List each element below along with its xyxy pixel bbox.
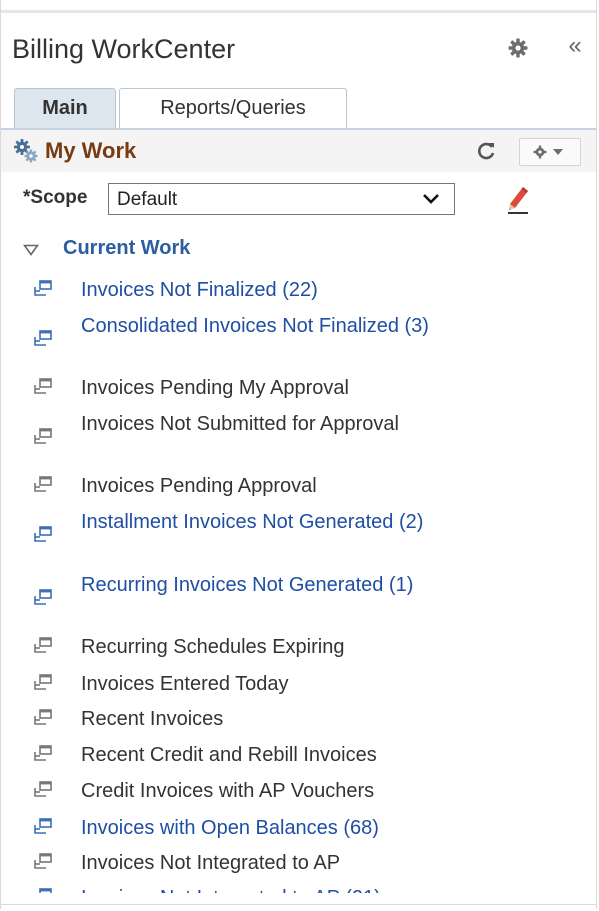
group-title[interactable]: Current Work: [63, 237, 190, 260]
pencil-icon[interactable]: [504, 184, 532, 216]
pagelet-link-icon: [34, 637, 52, 653]
pagelet-link-icon: [34, 674, 52, 690]
double-chevron-left-icon: «: [568, 32, 582, 59]
list-item-label: Invoices Pending My Approval: [81, 377, 349, 399]
pagelet-link-icon: [34, 330, 52, 346]
list-item-label[interactable]: Invoices Not Finalized (22): [81, 277, 461, 303]
list-item-label[interactable]: Consolidated Invoices Not Finalized (3): [81, 313, 461, 339]
options-menu-button[interactable]: [519, 138, 581, 166]
scope-row: *Scope Default: [1, 180, 596, 220]
gear-icon: [508, 38, 528, 58]
scope-select[interactable]: Default: [108, 183, 455, 215]
settings-button[interactable]: [506, 36, 530, 60]
pane-header: Billing WorkCenter «: [1, 14, 596, 84]
triangle-down-icon[interactable]: [23, 244, 39, 256]
tab-bar: Main Reports/Queries: [1, 86, 596, 128]
pagelet-link-icon: [34, 428, 52, 444]
pagelet-link-icon: [34, 280, 52, 296]
list-item-label[interactable]: Invoices with Open Balances (68): [81, 815, 461, 841]
list-item-label: Credit Invoices with AP Vouchers: [81, 780, 375, 802]
pagelet-link-icon: [34, 476, 52, 492]
pagelet-link-icon: [34, 589, 52, 605]
pane-title: Billing WorkCenter: [12, 34, 236, 64]
tab-main[interactable]: Main: [14, 88, 116, 128]
top-rule: [1, 10, 596, 13]
list-item-label[interactable]: Recurring Invoices Not Generated (1): [81, 572, 461, 598]
refresh-icon[interactable]: [475, 140, 497, 162]
collapse-pane-button[interactable]: «: [563, 34, 587, 58]
pagelet-link-icon: [34, 818, 52, 834]
list-item-label: Invoices Entered Today: [81, 673, 289, 695]
gears-icon: [14, 139, 38, 163]
scope-selected-value: Default: [117, 189, 178, 210]
list-item-label: Recurring Schedules Expiring: [81, 636, 345, 658]
gear-dropdown-icon: [533, 145, 563, 159]
current-work-group: Current Work: [1, 236, 596, 266]
pagelet-link-icon: [34, 709, 52, 725]
tab-reports-queries[interactable]: Reports/Queries: [119, 88, 347, 128]
pagelet-link-icon: [34, 781, 52, 797]
pagelet-link-icon: [34, 853, 52, 869]
list-item-label: Recent Credit and Rebill Invoices: [81, 744, 377, 766]
section-title: My Work: [45, 138, 137, 163]
pagelet-link-icon: [34, 378, 52, 394]
my-work-section-header: My Work: [1, 128, 596, 172]
pagelet-link-icon: [34, 745, 52, 761]
list-item-label[interactable]: Installment Invoices Not Generated (2): [81, 509, 461, 535]
pane-footer-area: [1, 893, 596, 909]
bottom-border: [1, 904, 596, 905]
scope-label: *Scope: [23, 187, 88, 208]
chevron-down-icon: [423, 194, 439, 204]
list-item-label: Invoices Pending Approval: [81, 475, 317, 497]
workcenter-pane: Billing WorkCenter « Main Reports/Querie…: [0, 0, 597, 909]
list-item-label: Invoices Not Submitted for Approval: [81, 413, 399, 435]
pagelet-link-icon: [34, 526, 52, 542]
list-item-label: Recent Invoices: [81, 708, 224, 730]
list-item-label: Invoices Not Integrated to AP: [81, 852, 341, 874]
